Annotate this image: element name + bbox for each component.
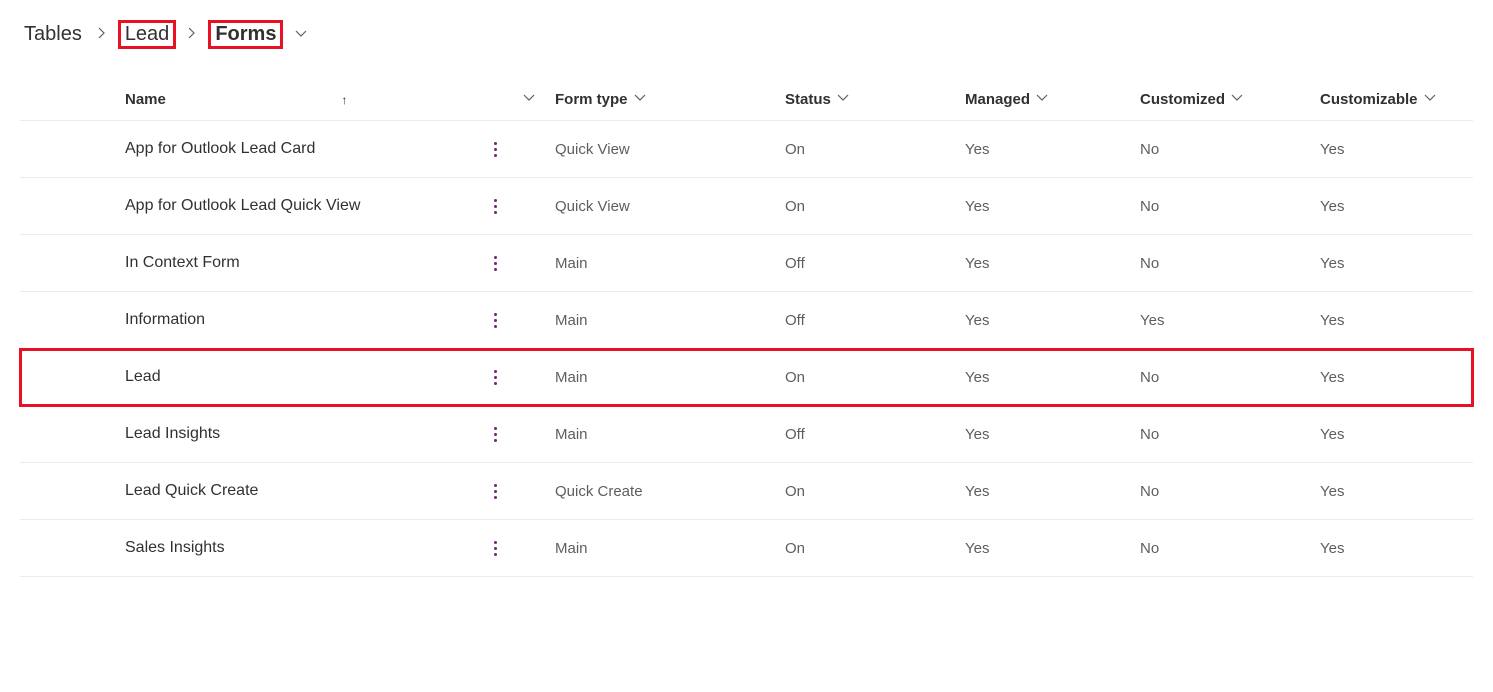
cell-managed: Yes <box>965 255 1140 272</box>
cell-managed: Yes <box>965 426 1140 443</box>
more-actions-icon[interactable] <box>485 538 505 558</box>
column-header-customizable[interactable]: Customizable <box>1320 91 1493 108</box>
cell-customized: No <box>1140 255 1320 272</box>
cell-status: Off <box>785 255 965 272</box>
cell-formtype: Main <box>555 312 785 329</box>
table-row[interactable]: App for Outlook Lead Card Quick View On … <box>20 121 1473 178</box>
cell-status: On <box>785 198 965 215</box>
table-row[interactable]: App for Outlook Lead Quick View Quick Vi… <box>20 178 1473 235</box>
table-row[interactable]: Lead Quick Create Quick Create On Yes No… <box>20 463 1473 520</box>
chevron-right-icon <box>186 26 198 44</box>
table-row[interactable]: Information Main Off Yes Yes Yes <box>20 292 1473 349</box>
cell-customizable: Yes <box>1320 312 1493 329</box>
row-name-link[interactable]: Lead Quick Create <box>125 482 258 500</box>
cell-formtype: Main <box>555 255 785 272</box>
column-header-status[interactable]: Status <box>785 91 965 108</box>
cell-managed: Yes <box>965 312 1140 329</box>
cell-customizable: Yes <box>1320 255 1493 272</box>
cell-status: Off <box>785 426 965 443</box>
chevron-down-icon <box>1036 92 1048 107</box>
row-name-link[interactable]: Lead Insights <box>125 425 220 443</box>
more-actions-icon[interactable] <box>485 139 505 159</box>
chevron-down-icon[interactable] <box>295 23 307 46</box>
breadcrumb: Tables Lead Forms <box>20 20 1473 49</box>
cell-customized: Yes <box>1140 312 1320 329</box>
column-label: Form type <box>555 91 628 108</box>
cell-formtype: Quick View <box>555 141 785 158</box>
breadcrumb-lead[interactable]: Lead <box>118 20 177 49</box>
table-row[interactable]: Sales Insights Main On Yes No Yes <box>20 520 1473 577</box>
chevron-down-icon <box>1424 92 1436 107</box>
cell-customizable: Yes <box>1320 426 1493 443</box>
cell-formtype: Quick View <box>555 198 785 215</box>
cell-formtype: Main <box>555 369 785 386</box>
breadcrumb-tables[interactable]: Tables <box>20 21 86 48</box>
column-label: Customized <box>1140 91 1225 108</box>
cell-managed: Yes <box>965 141 1140 158</box>
row-name-link[interactable]: In Context Form <box>125 254 240 272</box>
column-header-customized[interactable]: Customized <box>1140 91 1320 108</box>
chevron-down-icon <box>634 92 646 107</box>
column-label: Name <box>125 91 166 108</box>
chevron-right-icon <box>96 26 108 44</box>
column-label: Status <box>785 91 831 108</box>
column-header-name[interactable]: Name ↑ <box>125 91 555 108</box>
more-actions-icon[interactable] <box>485 196 505 216</box>
row-name-link[interactable]: App for Outlook Lead Card <box>125 140 315 158</box>
cell-status: On <box>785 369 965 386</box>
cell-customizable: Yes <box>1320 540 1493 557</box>
cell-customized: No <box>1140 369 1320 386</box>
cell-managed: Yes <box>965 369 1140 386</box>
cell-customizable: Yes <box>1320 198 1493 215</box>
table-row[interactable]: Lead Insights Main Off Yes No Yes <box>20 406 1473 463</box>
column-label: Customizable <box>1320 91 1418 108</box>
breadcrumb-forms[interactable]: Forms <box>208 20 283 49</box>
cell-customized: No <box>1140 198 1320 215</box>
row-name-link[interactable]: Information <box>125 311 205 329</box>
cell-managed: Yes <box>965 483 1140 500</box>
cell-status: Off <box>785 312 965 329</box>
cell-customized: No <box>1140 426 1320 443</box>
row-name-link[interactable]: App for Outlook Lead Quick View <box>125 197 360 215</box>
cell-formtype: Quick Create <box>555 483 785 500</box>
cell-formtype: Main <box>555 426 785 443</box>
cell-status: On <box>785 141 965 158</box>
sort-ascending-icon: ↑ <box>341 93 347 107</box>
column-header-formtype[interactable]: Form type <box>555 91 785 108</box>
chevron-down-icon <box>837 92 849 107</box>
table-row[interactable]: Lead Main On Yes No Yes <box>20 349 1473 406</box>
table-header-row: Name ↑ Form type Status Managed Customiz… <box>20 79 1473 121</box>
cell-customizable: Yes <box>1320 483 1493 500</box>
cell-managed: Yes <box>965 540 1140 557</box>
cell-status: On <box>785 483 965 500</box>
cell-customizable: Yes <box>1320 369 1493 386</box>
table-row[interactable]: In Context Form Main Off Yes No Yes <box>20 235 1473 292</box>
cell-customized: No <box>1140 540 1320 557</box>
cell-customized: No <box>1140 141 1320 158</box>
more-actions-icon[interactable] <box>485 367 505 387</box>
cell-formtype: Main <box>555 540 785 557</box>
row-name-link[interactable]: Lead <box>125 368 161 386</box>
column-header-managed[interactable]: Managed <box>965 91 1140 108</box>
more-actions-icon[interactable] <box>485 253 505 273</box>
row-name-link[interactable]: Sales Insights <box>125 539 225 557</box>
cell-managed: Yes <box>965 198 1140 215</box>
chevron-down-icon <box>1231 92 1243 107</box>
column-label: Managed <box>965 91 1030 108</box>
more-actions-icon[interactable] <box>485 310 505 330</box>
chevron-down-icon <box>523 92 535 107</box>
more-actions-icon[interactable] <box>485 481 505 501</box>
cell-customizable: Yes <box>1320 141 1493 158</box>
cell-customized: No <box>1140 483 1320 500</box>
cell-status: On <box>785 540 965 557</box>
forms-table: Name ↑ Form type Status Managed Customiz… <box>20 79 1473 577</box>
more-actions-icon[interactable] <box>485 424 505 444</box>
